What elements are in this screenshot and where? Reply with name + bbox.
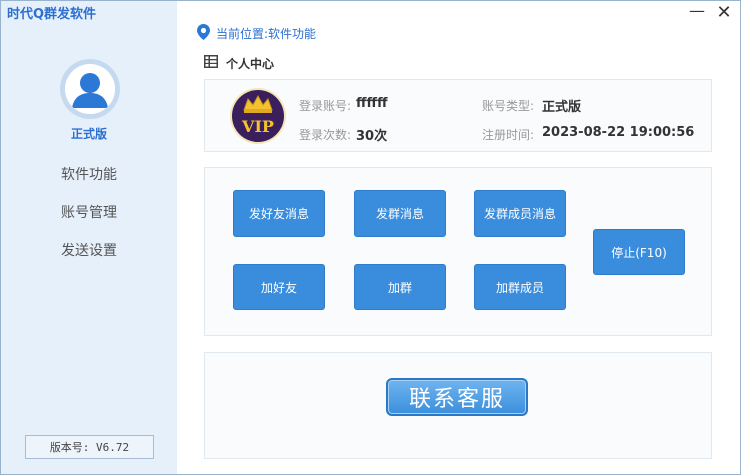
send-friend-message-button[interactable]: 发好友消息: [233, 190, 325, 237]
list-icon: [204, 55, 226, 71]
vip-text: VIP: [241, 117, 274, 136]
close-button[interactable]: ✕: [714, 3, 734, 23]
register-time-label: 注册时间:: [482, 128, 535, 142]
account-type-value: 正式版: [542, 100, 582, 115]
app-window: 时代Q群发软件 正式版 软件功能 账号管理 发送设置 版本号: V6.72 — …: [0, 0, 741, 475]
add-group-button[interactable]: 加群: [354, 264, 446, 310]
minimize-button[interactable]: —: [687, 1, 707, 21]
vip-crown-icon: VIP: [229, 87, 287, 145]
user-avatar-icon: [65, 64, 115, 114]
send-group-member-message-button[interactable]: 发群成员消息: [474, 190, 566, 237]
location-pin-icon: [197, 23, 216, 43]
login-account-label: 登录账号:: [299, 99, 352, 113]
add-friend-button[interactable]: 加好友: [233, 264, 325, 310]
login-count-value: 30次: [356, 129, 388, 144]
app-title: 时代Q群发软件: [7, 7, 97, 22]
section-title: 个人中心: [226, 56, 275, 71]
version-label: 版本号: V6.72: [25, 435, 154, 459]
login-count-label: 登录次数:: [299, 128, 352, 142]
section-header: 个人中心: [204, 54, 274, 72]
avatar: [60, 59, 120, 119]
login-account-value: ffffff: [356, 96, 388, 111]
stop-button[interactable]: 停止(F10): [593, 229, 685, 275]
sidebar-item-software-functions[interactable]: 软件功能: [1, 164, 177, 184]
send-group-message-button[interactable]: 发群消息: [354, 190, 446, 237]
add-group-member-button[interactable]: 加群成员: [474, 264, 566, 310]
contact-support-button[interactable]: 联系客服: [386, 378, 528, 416]
account-type-label: 账号类型:: [482, 99, 535, 113]
breadcrumb-text: 当前位置:软件功能: [216, 26, 317, 41]
edition-label: 正式版: [70, 127, 107, 141]
sidebar-item-send-settings[interactable]: 发送设置: [1, 240, 177, 260]
sidebar: 时代Q群发软件 正式版 软件功能 账号管理 发送设置 版本号: V6.72: [1, 1, 177, 474]
breadcrumb: 当前位置:软件功能: [197, 23, 317, 43]
register-time-value: 2023-08-22 19:00:56: [542, 125, 695, 140]
sidebar-item-account-management[interactable]: 账号管理: [1, 202, 177, 222]
